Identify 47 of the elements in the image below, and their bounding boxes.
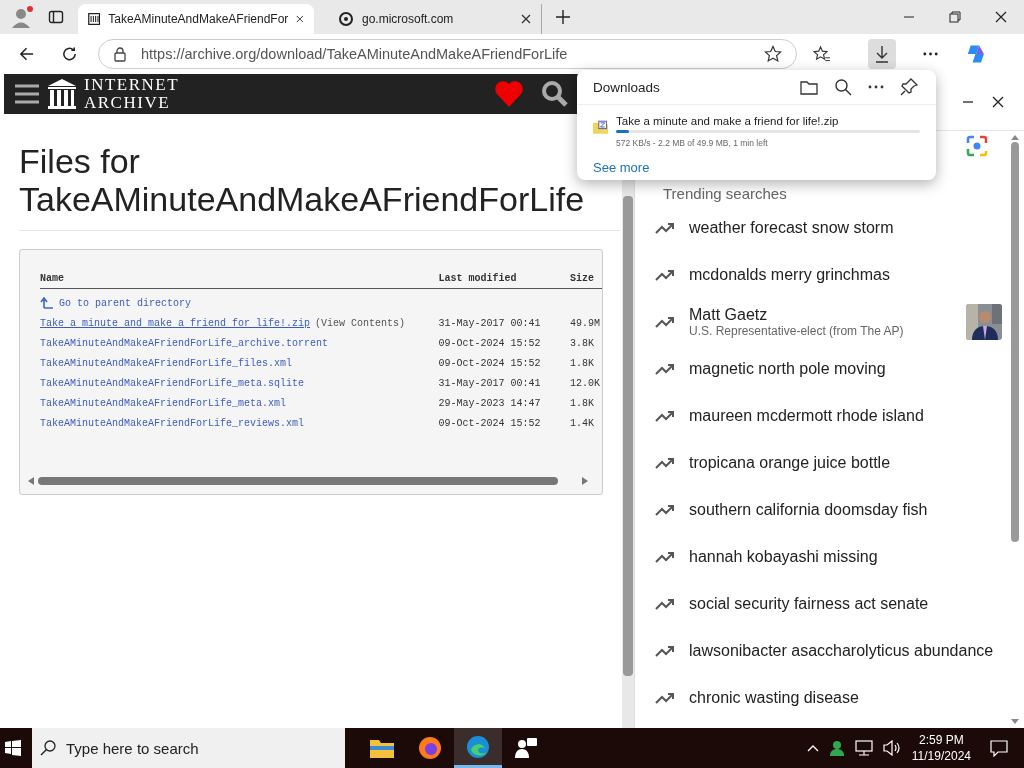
- trending-search-item[interactable]: weather forecast snow storm: [655, 204, 1006, 251]
- trending-search-item[interactable]: Matt Gaetz U.S. Representative-elect (from The AP): [655, 298, 1006, 345]
- column-header: Size: [570, 272, 596, 284]
- taskbar-search-field[interactable]: Type here to search: [32, 728, 345, 768]
- trending-search-item[interactable]: mcdonalds merry grinchmas: [655, 251, 1006, 298]
- column-header: Name: [40, 272, 65, 284]
- table-cell: 49.9M: [570, 317, 602, 329]
- trending-search-item[interactable]: social security fairness act senate: [655, 580, 1006, 627]
- trending-search-item[interactable]: lawsonibacter asaccharolyticus abundance: [655, 627, 1006, 674]
- file-link[interactable]: TakeAMinuteAndMakeAFriendForLife_files.xml: [40, 357, 293, 369]
- table-cell-text: 09-Oct-2024 15:52: [438, 357, 542, 369]
- browser-tab[interactable]: TakeAMinuteAndMakeAFriendFor: [78, 4, 314, 34]
- logo-text: INTERNET: [84, 76, 180, 94]
- parent-directory-link[interactable]: Go to parent directory: [59, 297, 192, 309]
- table-cell-text: 1.8K: [570, 397, 596, 409]
- table-cell-text: 1.8K: [570, 357, 596, 369]
- popup-title: Downloads: [593, 79, 660, 95]
- file-link[interactable]: TakeAMinuteAndMakeAFriendForLife_meta.sqlite: [40, 377, 305, 389]
- section-heading: Trending searches: [663, 185, 788, 202]
- trending-search-item[interactable]: maureen mcdermott rhode island: [655, 392, 1006, 439]
- clock[interactable]: 2:59 PM 11/19/2024: [911, 732, 971, 764]
- table-cell-text: 09-Oct-2024 15:52: [438, 337, 542, 349]
- table-cell: 12.0K: [570, 377, 602, 389]
- file-link[interactable]: TakeAMinuteAndMakeAFriendForLife_reviews.xml: [40, 417, 305, 429]
- trending-search-item[interactable]: chronic wasting disease: [655, 674, 1006, 721]
- table-cell-text: 31-May-2017 00:41: [438, 317, 542, 329]
- file-link[interactable]: Take a minute and make a friend for life!.zip: [40, 317, 311, 329]
- page-title: TakeAMinuteAndMakeAFriendForLife: [19, 180, 585, 218]
- address-field[interactable]: https://archive.org/download/TakeAMinuteAndMakeAFriendForLife: [98, 39, 797, 69]
- table-cell-text: 3.8K: [570, 337, 596, 349]
- see-more-link[interactable]: See more: [577, 148, 666, 175]
- file-link[interactable]: TakeAMinuteAndMakeAFriendForLife_archive.torrent: [40, 337, 329, 349]
- trending-search-item[interactable]: southern california doomsday fish: [655, 486, 1006, 533]
- download-file-name[interactable]: Take a minute and make a friend for life!.zip: [616, 115, 920, 127]
- page-title: Files for: [19, 142, 140, 180]
- table-cell-text: 31-May-2017 00:41: [438, 377, 542, 389]
- view-contents-link[interactable]: (View Contents): [315, 317, 406, 329]
- file-link[interactable]: TakeAMinuteAndMakeAFriendForLife_meta.xml: [40, 397, 287, 409]
- table-cell-text: 1.4K: [570, 417, 596, 429]
- download-status: 572 KB/s - 2.2 MB of 49.9 MB, 1 min left: [616, 138, 769, 148]
- logo-text: ARCHIVE: [84, 94, 172, 112]
- table-cell-text: 09-Oct-2024 15:52: [438, 417, 542, 429]
- table-cell-text: 29-May-2023 14:47: [438, 397, 542, 409]
- trending-search-item[interactable]: magnetic north pole moving: [655, 345, 1006, 392]
- trending-search-item[interactable]: hannah kobayashi missing: [655, 533, 1006, 580]
- trending-search-item[interactable]: tropicana orange juice bottle: [655, 439, 1006, 486]
- column-header: Last modified: [438, 272, 518, 284]
